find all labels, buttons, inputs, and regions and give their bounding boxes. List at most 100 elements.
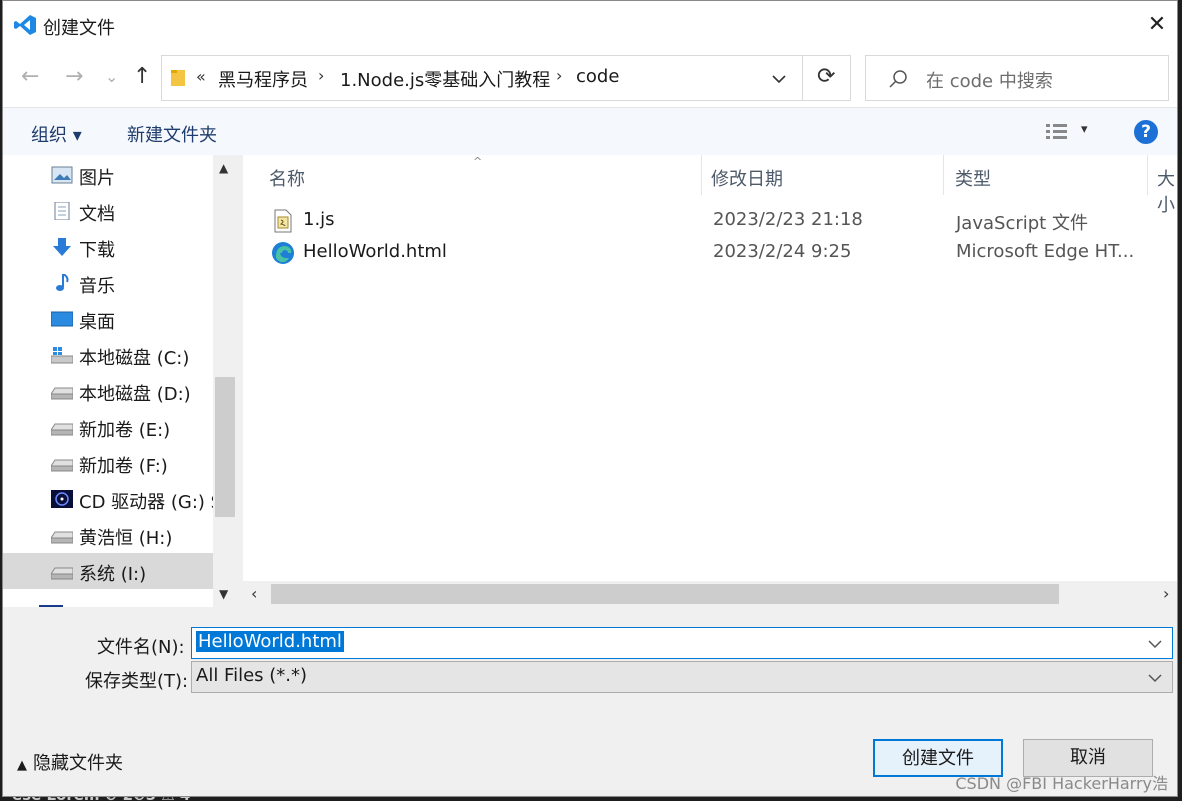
breadcrumb-item-current[interactable]: code xyxy=(576,66,619,87)
window-title: 创建文件 xyxy=(43,18,115,39)
filetype-select[interactable]: All Files (*.*) xyxy=(191,661,1173,693)
sidebar-item-downloads[interactable]: 下载 xyxy=(3,229,213,265)
column-header-modified[interactable]: 修改日期 xyxy=(711,165,783,191)
chevron-down-icon[interactable] xyxy=(1148,639,1162,649)
sidebar-item-drive-d[interactable]: 本地磁盘 (D:) xyxy=(3,373,213,409)
breadcrumb-overflow[interactable]: « xyxy=(196,67,206,86)
filename-input[interactable]: HelloWorld.html xyxy=(191,627,1173,659)
file-name[interactable]: 1.js xyxy=(303,209,335,230)
scrollbar-thumb[interactable] xyxy=(271,584,1059,604)
column-divider[interactable] xyxy=(701,155,702,195)
vscode-logo-icon xyxy=(14,15,36,35)
sidebar-item-label: 新加卷 (F:) xyxy=(79,456,168,477)
drive-icon xyxy=(51,387,73,400)
command-bar: 组织 ▾ 新建文件夹 ▾ ? xyxy=(3,107,1177,155)
search-box[interactable]: 在 code 中搜索 xyxy=(865,55,1169,101)
scroll-up-icon[interactable]: ▲ xyxy=(219,161,228,175)
sidebar-item-label: 黄浩恒 (H:) xyxy=(79,528,173,549)
filetype-label: 保存类型(T): xyxy=(85,671,189,692)
file-list: ^ 名称 修改日期 类型 大小 1.js 2023/2/23 21:18 Jav… xyxy=(243,155,1177,607)
file-name[interactable]: HelloWorld.html xyxy=(303,241,447,262)
filename-label: 文件名(N): xyxy=(97,637,185,658)
organize-button[interactable]: 组织 ▾ xyxy=(31,121,82,147)
edge-html-icon xyxy=(272,242,294,264)
column-divider[interactable] xyxy=(943,155,944,195)
sidebar-item-label: 文档 xyxy=(79,204,115,225)
search-icon xyxy=(889,70,907,88)
view-options-icon[interactable] xyxy=(1045,123,1069,141)
column-header-name[interactable]: 名称 xyxy=(269,165,305,191)
search-placeholder: 在 code 中搜索 xyxy=(926,71,1053,92)
sidebar-item-drive-e[interactable]: 新加卷 (E:) xyxy=(3,409,213,445)
file-row[interactable]: HelloWorld.html 2023/2/24 9:25 Microsoft… xyxy=(243,237,1177,269)
breadcrumb-item[interactable]: 1.Node.js零基础入门教程 xyxy=(340,66,550,92)
up-button[interactable]: ↑ xyxy=(133,63,151,91)
system-drive-icon xyxy=(51,347,73,364)
file-modified: 2023/2/24 9:25 xyxy=(713,241,852,262)
downloads-icon xyxy=(53,238,71,256)
folder-icon xyxy=(171,70,185,86)
breadcrumb-separator[interactable]: › xyxy=(318,66,324,85)
recent-locations-button[interactable]: ⌄ xyxy=(105,63,118,91)
close-button[interactable]: ✕ xyxy=(1145,13,1169,37)
cd-drive-icon xyxy=(51,490,73,508)
filetype-value: All Files (*.*) xyxy=(196,665,308,686)
filename-value[interactable]: HelloWorld.html xyxy=(196,631,344,652)
help-button[interactable]: ? xyxy=(1134,120,1158,144)
chevron-down-icon[interactable] xyxy=(1148,673,1162,683)
new-folder-button[interactable]: 新建文件夹 xyxy=(127,121,217,147)
sidebar-item-desktop[interactable]: 桌面 xyxy=(3,301,213,337)
file-type: JavaScript 文件 xyxy=(956,213,1088,234)
sidebar-item-drive-h[interactable]: 黄浩恒 (H:) xyxy=(3,517,213,553)
navigation-pane: 图片 文档 下载 音乐 桌面 本地磁盘 (C:) 本地磁盘 (D:) 新加卷 (… xyxy=(3,155,237,607)
sidebar-item-cd-drive-g[interactable]: CD 驱动器 (G:) S xyxy=(3,481,222,517)
file-modified: 2023/2/23 21:18 xyxy=(713,209,863,230)
sort-ascending-icon: ^ xyxy=(473,155,483,168)
sidebar-item-pictures[interactable]: 图片 xyxy=(3,157,213,193)
scroll-left-icon[interactable]: ‹ xyxy=(251,584,257,603)
drive-icon xyxy=(51,423,73,436)
scroll-down-icon[interactable]: ▼ xyxy=(219,587,228,601)
sidebar-item-label: 本地磁盘 (C:) xyxy=(79,348,190,369)
desktop-icon xyxy=(51,311,73,327)
file-list-horizontal-scrollbar[interactable]: ‹ › xyxy=(243,581,1177,607)
create-file-dialog: 创建文件 ✕ ← → ⌄ ↑ « 黑马程序员 › 1.Node.js零基础入门教… xyxy=(2,0,1178,797)
chevron-up-icon: ▲ xyxy=(17,758,27,773)
sidebar-item-label: 下载 xyxy=(79,240,115,261)
file-type: Microsoft Edge HT... xyxy=(956,241,1135,262)
sidebar-item-label: CD 驱动器 (G:) S xyxy=(79,492,223,513)
back-button[interactable]: ← xyxy=(21,63,39,91)
forward-button[interactable]: → xyxy=(65,63,83,91)
view-dropdown-icon[interactable]: ▾ xyxy=(1081,122,1088,137)
address-bar[interactable]: « 黑马程序员 › 1.Node.js零基础入门教程 › code xyxy=(161,55,803,101)
sidebar-item-label: 图片 xyxy=(79,168,115,189)
hide-folders-toggle[interactable]: ▲ 隐藏文件夹 xyxy=(17,749,123,775)
sidebar-item-drive-c[interactable]: 本地磁盘 (C:) xyxy=(3,337,213,373)
sidebar-item-label: 音乐 xyxy=(79,276,115,297)
column-header-type[interactable]: 类型 xyxy=(955,165,991,191)
column-divider[interactable] xyxy=(1147,155,1148,195)
sidebar-item-drive-i[interactable]: 系统 (I:) xyxy=(3,553,213,589)
music-icon xyxy=(56,274,69,291)
refresh-button[interactable]: ⟳ xyxy=(803,55,851,101)
sidebar-item-label: 桌面 xyxy=(79,312,115,333)
navigation-bar: ← → ⌄ ↑ « 黑马程序员 › 1.Node.js零基础入门教程 › cod… xyxy=(3,49,1177,107)
scrollbar-thumb[interactable] xyxy=(215,377,235,517)
documents-icon xyxy=(54,202,70,220)
sidebar-item-label: 系统 (I:) xyxy=(79,564,147,585)
sidebar-scrollbar[interactable]: ▲ ▼ xyxy=(213,155,237,607)
sidebar-item-music[interactable]: 音乐 xyxy=(3,265,213,301)
watermark-text: CSDN @FBI HackerHarry浩 xyxy=(955,774,1168,793)
file-row[interactable]: 1.js 2023/2/23 21:18 JavaScript 文件 xyxy=(243,205,1177,237)
js-file-icon xyxy=(274,209,292,233)
sidebar-item-label: 本地磁盘 (D:) xyxy=(79,384,191,405)
sidebar-item-documents[interactable]: 文档 xyxy=(3,193,213,229)
sidebar-item-drive-f[interactable]: 新加卷 (F:) xyxy=(3,445,213,481)
save-form: 文件名(N): HelloWorld.html 保存类型(T): All Fil… xyxy=(3,607,1177,796)
sidebar-item-label: 新加卷 (E:) xyxy=(79,420,171,441)
drive-icon xyxy=(51,531,73,544)
scroll-right-icon[interactable]: › xyxy=(1163,584,1169,603)
chevron-down-icon[interactable] xyxy=(772,74,786,84)
breadcrumb-separator[interactable]: › xyxy=(556,66,562,85)
breadcrumb-item[interactable]: 黑马程序员 xyxy=(218,66,308,92)
